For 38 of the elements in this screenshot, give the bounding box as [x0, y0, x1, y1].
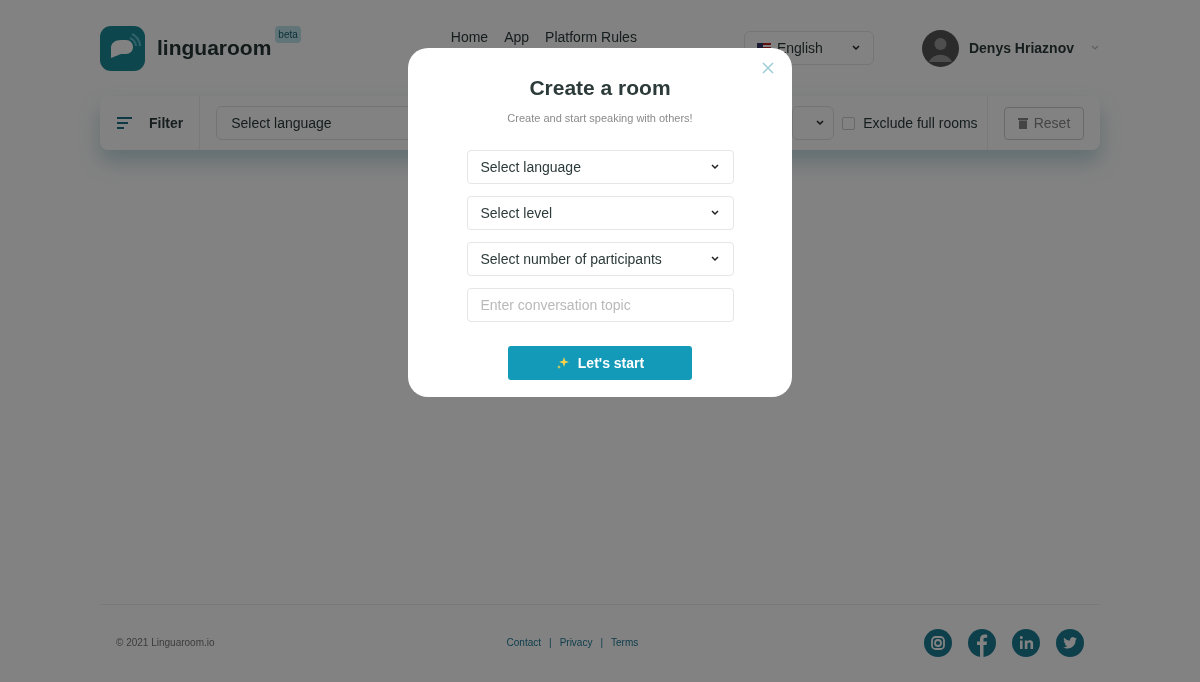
filter-icon [116, 116, 133, 130]
chevron-icon [709, 162, 720, 172]
checkbox-label[interactable]: Exclude full rooms [863, 112, 978, 134]
start-button[interactable]: Let's start [508, 346, 692, 380]
modal-title: Create a room [529, 75, 671, 101]
select-field[interactable]: Select language [466, 150, 734, 184]
chevron-icon [815, 118, 826, 128]
nav-link[interactable]: Platform Rules [545, 27, 637, 48]
footer-link[interactable]: Terms [611, 635, 639, 650]
nav-link[interactable]: App [504, 27, 530, 48]
footer-link[interactable]: Contact [506, 635, 541, 650]
chevron-icon [709, 208, 720, 218]
close-icon[interactable] [760, 60, 776, 76]
logo-icon [100, 25, 145, 71]
sparkle-icon [555, 356, 570, 370]
topic-input[interactable]: Enter conversation topic [466, 288, 734, 322]
checkbox[interactable] [842, 116, 856, 130]
linkedin-icon[interactable] [1012, 628, 1040, 657]
beta-label: beta [275, 26, 301, 43]
avatar[interactable] [921, 29, 959, 67]
copyright-text: © 2021 Linguaroom.io [116, 636, 215, 650]
logo-text[interactable]: linguaroom [157, 32, 272, 64]
filter-label: Filter [149, 113, 184, 133]
user-name[interactable]: Denys Hriaznov [968, 37, 1074, 59]
separator: | [600, 636, 604, 650]
nav-link[interactable]: Home [450, 27, 489, 48]
select-field[interactable]: Select number of participants [466, 242, 734, 276]
separator: | [549, 636, 552, 650]
facebook-icon[interactable] [968, 628, 996, 657]
trash-icon [1017, 117, 1028, 129]
instagram-icon[interactable] [924, 628, 952, 657]
chevron-icon [709, 254, 720, 264]
twitter-icon[interactable] [1056, 628, 1084, 657]
reset-button[interactable]: Reset [1004, 106, 1084, 140]
chevron-icon [850, 43, 861, 53]
footer-link[interactable]: Privacy [559, 635, 593, 650]
select-field[interactable]: Select level [466, 196, 734, 230]
modal-subtitle: Create and start speaking with others! [507, 110, 693, 126]
